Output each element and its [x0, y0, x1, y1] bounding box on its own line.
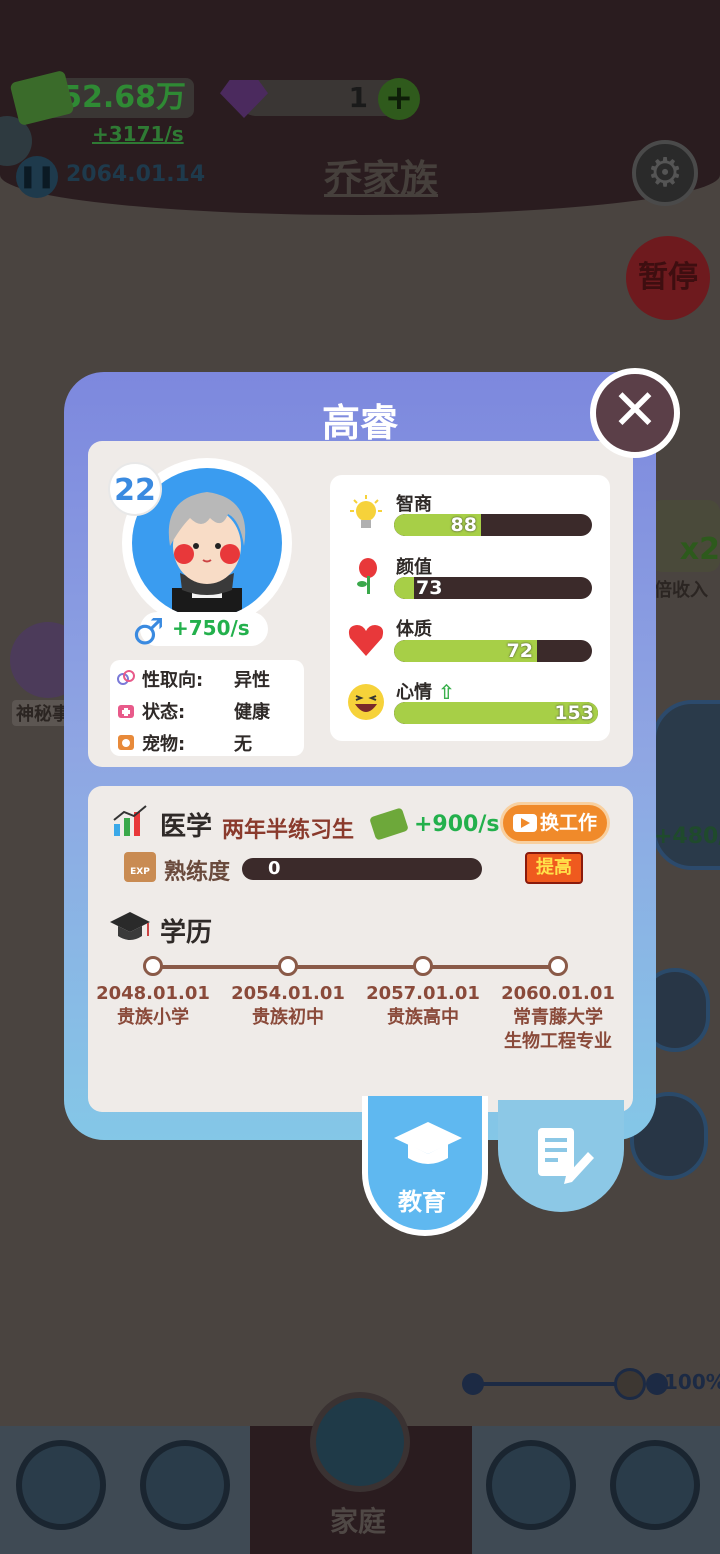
career-chart-icon	[112, 804, 148, 838]
timeline-school: 贵族小学	[117, 1007, 189, 1028]
nav-home-label: 家庭	[330, 1505, 387, 1538]
stat-bar-physique: 72	[394, 640, 592, 662]
rose-icon	[348, 556, 388, 596]
proficiency-label: 熟练度	[164, 860, 231, 885]
laughing-face-icon	[346, 682, 386, 722]
double-income-button[interactable]: x2	[650, 500, 720, 572]
timeline-node	[143, 956, 163, 976]
info-status: 状态: 健康	[116, 696, 296, 724]
timeline-node	[548, 956, 568, 976]
timeline-entry: 2057.01.01 贵族高中	[353, 982, 493, 1030]
graduation-cap-icon	[108, 908, 152, 948]
timeline-date: 2048.01.01	[96, 983, 210, 1004]
zoom-slider-handle[interactable]	[614, 1368, 646, 1400]
timeline-entry: 2060.01.01 常青藤大学 生物工程专业	[488, 982, 628, 1054]
timeline-entry: 2048.01.01 贵族小学	[83, 982, 223, 1030]
income-rate: +3171/s	[92, 122, 184, 146]
heart-icon	[346, 620, 386, 660]
mood-up-arrow-icon: ⇧	[438, 680, 455, 704]
timeline-date: 2057.01.01	[366, 983, 480, 1004]
timeline-date: 2054.01.01	[231, 983, 345, 1004]
stat-bar-fill	[394, 577, 414, 599]
nav-family-tree-icon[interactable]	[310, 1392, 410, 1492]
pet-icon	[116, 732, 136, 752]
exp-briefcase-icon: EXP	[124, 852, 156, 882]
game-date: 2064.01.14	[66, 162, 206, 187]
settings-gear-icon[interactable]: ⚙	[632, 140, 698, 206]
pause-time-button[interactable]: ❚❚	[16, 156, 58, 198]
gender-orientation-icon	[116, 668, 136, 688]
job-title: 两年半练习生	[222, 818, 355, 843]
family-name[interactable]: 乔家族	[324, 148, 438, 203]
health-kit-icon	[116, 700, 136, 720]
timeline-node	[278, 956, 298, 976]
timeline-school: 贵族高中	[387, 1007, 459, 1028]
change-job-button[interactable]: 换工作	[500, 802, 610, 844]
stat-value: 88	[450, 514, 477, 536]
job-income-rate: +900/s	[414, 812, 500, 837]
stat-label: 智商	[396, 494, 432, 515]
nav-lock-icon	[610, 1440, 700, 1530]
character-name: 高睿	[321, 401, 398, 445]
job-field: 医学	[160, 812, 213, 842]
info-orientation: 性取向: 异性	[116, 664, 296, 692]
close-icon[interactable]: ✕	[590, 368, 680, 458]
timeline-entry: 2054.01.01 贵族初中	[218, 982, 358, 1030]
character-income-rate: +750/s	[172, 616, 250, 640]
nav-book-icon[interactable]	[16, 1440, 106, 1530]
stat-label: 体质	[396, 619, 432, 640]
tab-education-label: 教育	[398, 1188, 446, 1216]
age-badge: 22	[108, 462, 162, 516]
zoom-slider-track[interactable]	[472, 1382, 632, 1386]
timeline-date: 2060.01.01	[501, 983, 615, 1004]
video-play-icon	[513, 814, 537, 832]
family-member-rate: +480/s	[654, 824, 720, 849]
double-income-label: 倍收入	[654, 580, 708, 601]
male-gender-icon: ♂	[132, 612, 165, 653]
timeline-major: 生物工程专业	[504, 1031, 612, 1052]
zoom-out-icon[interactable]	[462, 1373, 484, 1395]
stat-bar-iq: 88	[394, 514, 592, 536]
improve-button[interactable]: 提高	[525, 852, 583, 884]
stat-bar-mood: 153	[394, 702, 598, 724]
lightbulb-icon	[346, 494, 386, 534]
stat-value: 153	[554, 702, 594, 724]
proficiency-value: 0	[268, 858, 281, 879]
stat-value: 72	[506, 640, 533, 662]
pause-button[interactable]: 暂停	[626, 236, 710, 320]
info-pet: 宠物: 无	[116, 728, 296, 756]
nav-building-icon[interactable]	[486, 1440, 576, 1530]
stat-value: 73	[416, 577, 443, 599]
timeline-node	[413, 956, 433, 976]
stat-label: 颜值	[396, 557, 432, 578]
stat-bar-looks: 73	[394, 577, 592, 599]
education-heading: 学历	[160, 918, 213, 948]
add-gems-button[interactable]: +	[378, 78, 420, 120]
timeline-school: 常青藤大学	[513, 1007, 603, 1028]
timeline-school: 贵族初中	[252, 1007, 324, 1028]
document-edit-icon	[538, 1128, 594, 1184]
education-timeline	[152, 965, 558, 969]
nav-flag-icon[interactable]	[140, 1440, 230, 1530]
graduation-cap-icon	[394, 1122, 462, 1164]
zoom-level: 100%	[664, 1370, 720, 1394]
stat-label: 心情	[396, 682, 432, 703]
